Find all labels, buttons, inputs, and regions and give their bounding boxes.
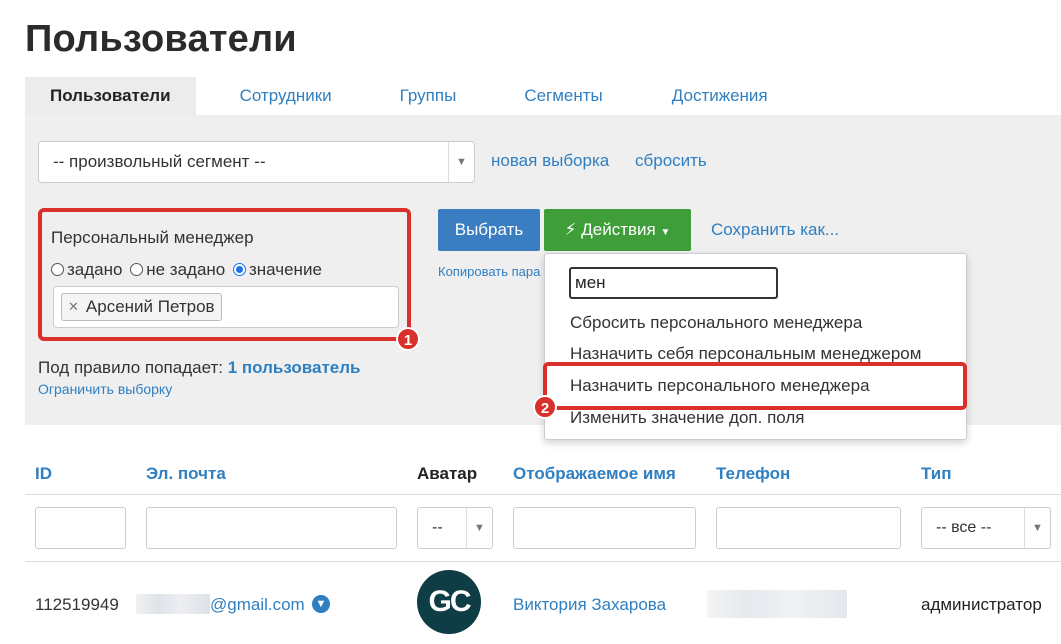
page-title: Пользователи [25,18,297,60]
lightning-icon: ⚡ [564,220,577,239]
header-email[interactable]: Эл. почта [146,464,226,484]
email-filter-input[interactable] [146,507,397,549]
menu-item-reset-manager[interactable]: Сбросить персонального менеджера [570,313,862,333]
caret-down-icon: ▼ [448,142,474,182]
result-prefix: Под правило попадает: [38,358,223,377]
reset-link[interactable]: сбросить [635,151,707,171]
header-phone[interactable]: Телефон [716,464,790,484]
highlight-assign-manager [543,362,967,410]
annotation-badge-2: 2 [533,395,557,419]
header-id[interactable]: ID [35,464,52,484]
segment-select[interactable]: -- произвольный сегмент -- ▼ [38,141,475,183]
name-filter-input[interactable] [513,507,696,549]
type-filter-select[interactable]: -- все -- ▼ [921,507,1051,549]
header-type[interactable]: Тип [921,464,951,484]
tab-groups[interactable]: Группы [400,77,457,115]
row-email[interactable]: @gmail.com [210,595,305,615]
manager-tag-input[interactable]: ✕ Арсений Петров [53,286,399,328]
segment-select-value: -- произвольный сегмент -- [53,152,266,171]
email-redacted [136,594,210,614]
phone-filter-input[interactable] [716,507,901,549]
header-name[interactable]: Отображаемое имя [513,464,676,484]
tab-segments[interactable]: Сегменты [524,77,602,115]
radio-icon [130,263,144,276]
tab-bar: Пользователи Сотрудники Группы Сегменты … [25,77,768,115]
filter-title: Персональный менеджер [51,228,254,247]
radio-checked-icon [232,263,246,276]
tab-achievements[interactable]: Достижения [672,77,768,115]
limit-selection-link[interactable]: Ограничить выборку [38,381,172,397]
menu-item-edit-extra-field[interactable]: Изменить значение доп. поля [570,408,804,428]
save-as-link[interactable]: Сохранить как... [711,220,839,240]
phone-redacted [707,590,847,618]
avatar-initials: GC [428,585,472,618]
tab-employees[interactable]: Сотрудники [240,77,332,115]
radio-icon [51,263,64,276]
personal-manager-filter: Персональный менеджер задано не задано з… [38,208,411,341]
id-filter-input[interactable] [35,507,126,549]
actions-button[interactable]: ⚡ Действия ▼ [544,209,691,251]
caret-down-icon: ▼ [660,227,671,238]
row-name[interactable]: Виктория Захарова [513,595,666,615]
header-divider [25,494,1061,495]
radio-value[interactable]: значение [232,260,322,279]
filter-options: задано не задано значение [51,260,322,280]
row-type: администратор [921,595,1042,614]
select-button[interactable]: Выбрать [438,209,540,251]
new-selection-link[interactable]: новая выборка [491,151,609,171]
row-id: 112519949 [35,595,119,614]
result-summary: Под правило попадает: 1 пользователь [38,358,360,378]
tag-remove-icon[interactable]: ✕ [68,299,79,315]
type-filter-value: -- все -- [936,519,992,536]
avatar-filter-value: -- [432,519,443,536]
avatar-filter-select[interactable]: -- ▼ [417,507,493,549]
annotation-badge-1: 1 [396,327,420,351]
result-count-link[interactable]: 1 пользователь [228,358,361,377]
avatar[interactable]: GC [417,570,481,634]
menu-item-assign-self-manager[interactable]: Назначить себя персональным менеджером [570,344,921,364]
header-avatar: Аватар [417,464,478,483]
caret-down-icon: ▼ [1024,508,1050,548]
caret-down-icon: ▼ [466,508,492,548]
copy-params-link[interactable]: Копировать пара [438,264,540,279]
radio-not-set[interactable]: не задано [130,260,225,279]
chevron-down-icon[interactable]: ▼ [312,595,330,613]
actions-search-input[interactable] [569,267,778,299]
actions-dropdown: Сбросить персонального менеджера Назначи… [544,253,967,440]
table-row[interactable]: 112519949 @gmail.com ▼ GC Виктория Захар… [25,562,1061,644]
radio-set[interactable]: задано [51,260,122,279]
manager-tag: ✕ Арсений Петров [61,293,222,321]
tab-users[interactable]: Пользователи [25,77,196,115]
